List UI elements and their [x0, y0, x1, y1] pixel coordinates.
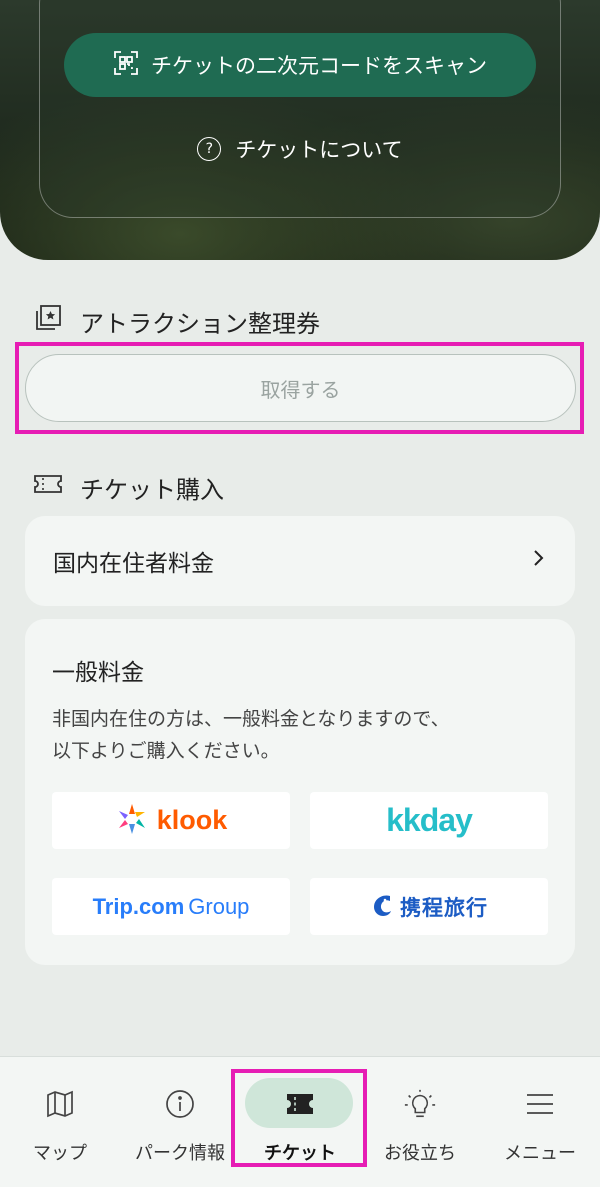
- nav-label-help: お役立ち: [384, 1143, 456, 1164]
- nav-tab-map[interactable]: マップ: [0, 1057, 120, 1187]
- nav-label-menu: メニュー: [504, 1143, 576, 1164]
- star-photo-stack-icon: [32, 302, 64, 340]
- trip-com-wordmark: Trip.com: [92, 893, 185, 919]
- ctrip-partner-button[interactable]: 携程旅行: [310, 878, 548, 935]
- get-attraction-ticket-button[interactable]: 取得する: [25, 354, 576, 422]
- klook-partner-button[interactable]: klook: [52, 792, 290, 849]
- lightbulb-icon: [403, 1087, 437, 1121]
- kkday-partner-button[interactable]: kkday: [310, 792, 548, 849]
- general-price-card: 一般料金 非国内在住の方は、一般料金となりますので、 以下よりご購入ください。 …: [25, 619, 575, 965]
- general-price-description: 非国内在住の方は、一般料金となりますので、 以下よりご購入ください。: [52, 703, 552, 767]
- get-button-label: 取得する: [260, 377, 341, 402]
- general-description-line-2: 以下よりご購入ください。: [52, 740, 280, 762]
- trip-group-wordmark: Group: [188, 893, 250, 919]
- nav-label-map: マップ: [33, 1143, 87, 1164]
- bottom-navigation: マップ パーク情報 チケット お役立ち メニュー: [0, 1056, 600, 1187]
- general-description-line-1: 非国内在住の方は、一般料金となりますので、: [52, 708, 450, 730]
- klook-wordmark: klook: [156, 805, 228, 835]
- klook-logo-icon: [115, 802, 149, 840]
- map-icon: [43, 1087, 77, 1121]
- attraction-ticket-heading: アトラクション整理券: [32, 302, 320, 340]
- nav-tab-menu[interactable]: メニュー: [480, 1057, 600, 1187]
- attraction-heading-label: アトラクション整理券: [80, 309, 320, 338]
- about-link-label: チケットについて: [235, 138, 403, 162]
- ticket-icon: [283, 1087, 317, 1121]
- info-circle-icon: [163, 1087, 197, 1121]
- general-price-title: 一般料金: [52, 660, 144, 686]
- nav-tab-help[interactable]: お役立ち: [360, 1057, 480, 1187]
- scan-button-label: チケットの二次元コードをスキャン: [151, 54, 487, 78]
- about-tickets-link[interactable]: ? チケットについて: [0, 132, 600, 166]
- nav-label-park-info: パーク情報: [135, 1143, 225, 1164]
- ctrip-wordmark: 携程旅行: [400, 895, 488, 920]
- ticket-purchase-heading: チケット購入: [32, 468, 224, 506]
- kkday-wordmark: kkday: [386, 802, 473, 838]
- question-circle-icon: ?: [197, 137, 222, 161]
- trip-com-partner-button[interactable]: Trip.com Group: [52, 878, 290, 935]
- resident-price-label: 国内在住者料金: [53, 551, 214, 577]
- ticket-icon: [32, 468, 64, 506]
- nav-tab-ticket[interactable]: チケット: [240, 1057, 360, 1187]
- chevron-right-icon: [531, 548, 547, 574]
- qr-scan-icon: [113, 50, 139, 81]
- resident-price-link[interactable]: 国内在住者料金: [25, 516, 575, 606]
- nav-label-ticket: チケット: [264, 1143, 336, 1164]
- nav-tab-park-info[interactable]: パーク情報: [120, 1057, 240, 1187]
- ctrip-dolphin-icon: [370, 892, 394, 922]
- hamburger-menu-icon: [523, 1087, 557, 1121]
- ticket-purchase-heading-label: チケット購入: [80, 475, 224, 504]
- scan-ticket-qr-button[interactable]: チケットの二次元コードをスキャン: [64, 33, 536, 97]
